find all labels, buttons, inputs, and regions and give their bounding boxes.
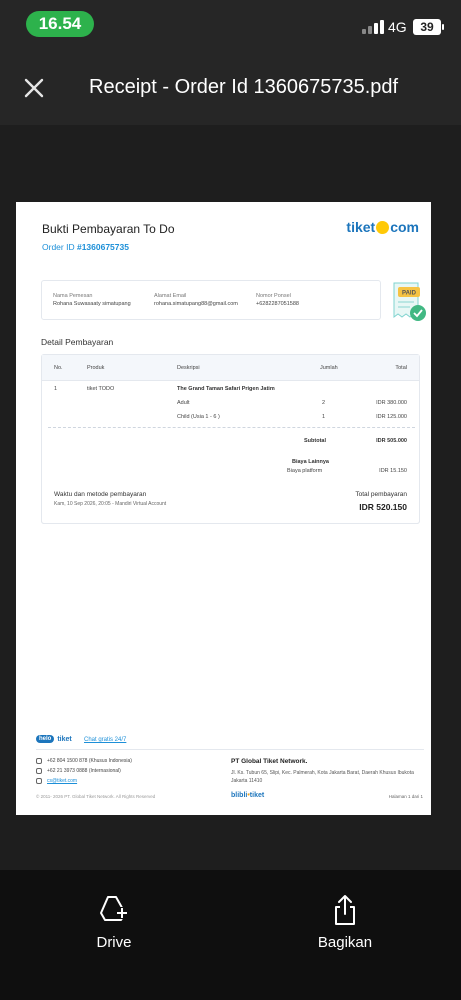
page-number: Halaman 1 dari 1 (388, 794, 423, 799)
svg-text:PAID: PAID (402, 291, 417, 297)
platform-fee-value: IDR 15.150 (379, 468, 407, 474)
receipt-title: Bukti Pembayaran To Do (42, 222, 175, 236)
detail-heading: Detail Pembayaran (41, 337, 114, 347)
payment-summary: Waktu dan metode pembayaran Kam, 10 Sep … (41, 484, 420, 524)
bottom-action-bar: Drive Bagikan (0, 870, 461, 1000)
paid-stamp-icon: PAID (393, 282, 426, 321)
battery-icon: 39 (413, 19, 444, 35)
status-time: 16.54 (26, 11, 94, 37)
document-title: Receipt - Order Id 1360675735.pdf (89, 76, 399, 98)
company-name: PT Global Tiket Network. (231, 758, 308, 765)
copyright: © 2011- 2026 PT. Global Tiket Network. A… (36, 794, 156, 799)
blibli-tiket-logo: blibli•tiket (231, 792, 265, 799)
close-button[interactable] (20, 74, 48, 102)
mail-icon (36, 778, 42, 784)
customer-name: Nama Pemesan Rohana Suwasaaty simatupang (53, 293, 131, 307)
platform-fee-label: Biaya platform (287, 468, 323, 474)
drive-add-icon (100, 896, 128, 921)
item-no: 1 (54, 386, 58, 392)
table-header: No. Produk Deskripsi Jumlah Total (42, 355, 419, 381)
contact-phone-intl: +62 21 3973 0888 (Internasional) (36, 768, 121, 774)
customer-email: Alamat Email rohana.simatupang88@gmail.c… (154, 293, 238, 307)
item-product: tiket TODO (87, 386, 115, 392)
tiket-logo: tiket com (346, 219, 419, 235)
line-adult: Adult (177, 400, 190, 406)
share-button[interactable]: Bagikan (295, 894, 395, 951)
helo-tiket-logo: helo tiket (36, 735, 72, 743)
network-type: 4G (388, 19, 407, 35)
subtotal-label: Subtotal (304, 438, 326, 444)
line-child: Child (Usia 1 - 6 ) (177, 414, 220, 420)
close-icon (24, 78, 44, 98)
phone-icon (36, 758, 42, 764)
drive-button[interactable]: Drive (64, 894, 164, 951)
company-address: Jl. Ks. Tubun 65, Slipi, Kec. Palmerah, … (231, 770, 414, 784)
contact-phone-local: +62 804 1500 878 (Khusus Indonesia) (36, 758, 132, 764)
app-bar: Receipt - Order Id 1360675735.pdf (0, 50, 461, 125)
total-amount: IDR 520.150 (359, 502, 407, 512)
order-id: Order ID #1360675735 (42, 242, 129, 252)
other-fees-label: Biaya Lainnya (292, 459, 329, 465)
share-icon (335, 895, 355, 925)
contact-email[interactable]: cs@tiket.com (36, 778, 77, 784)
phone-icon (36, 768, 42, 774)
pdf-page[interactable]: Bukti Pembayaran To Do Order ID #1360675… (16, 202, 431, 815)
status-bar: 16.54 4G 39 (0, 0, 461, 50)
customer-phone: Nomor Ponsel +6282287051588 (256, 293, 299, 307)
signal-icon (362, 20, 384, 34)
subtotal-value: IDR 505.000 (376, 438, 407, 444)
chat-link[interactable]: Chat gratis 24/7 (84, 737, 126, 743)
customer-info: Nama Pemesan Rohana Suwasaaty simatupang… (41, 280, 381, 320)
item-description: The Grand Taman Safari Prigen Jatim (177, 386, 275, 392)
